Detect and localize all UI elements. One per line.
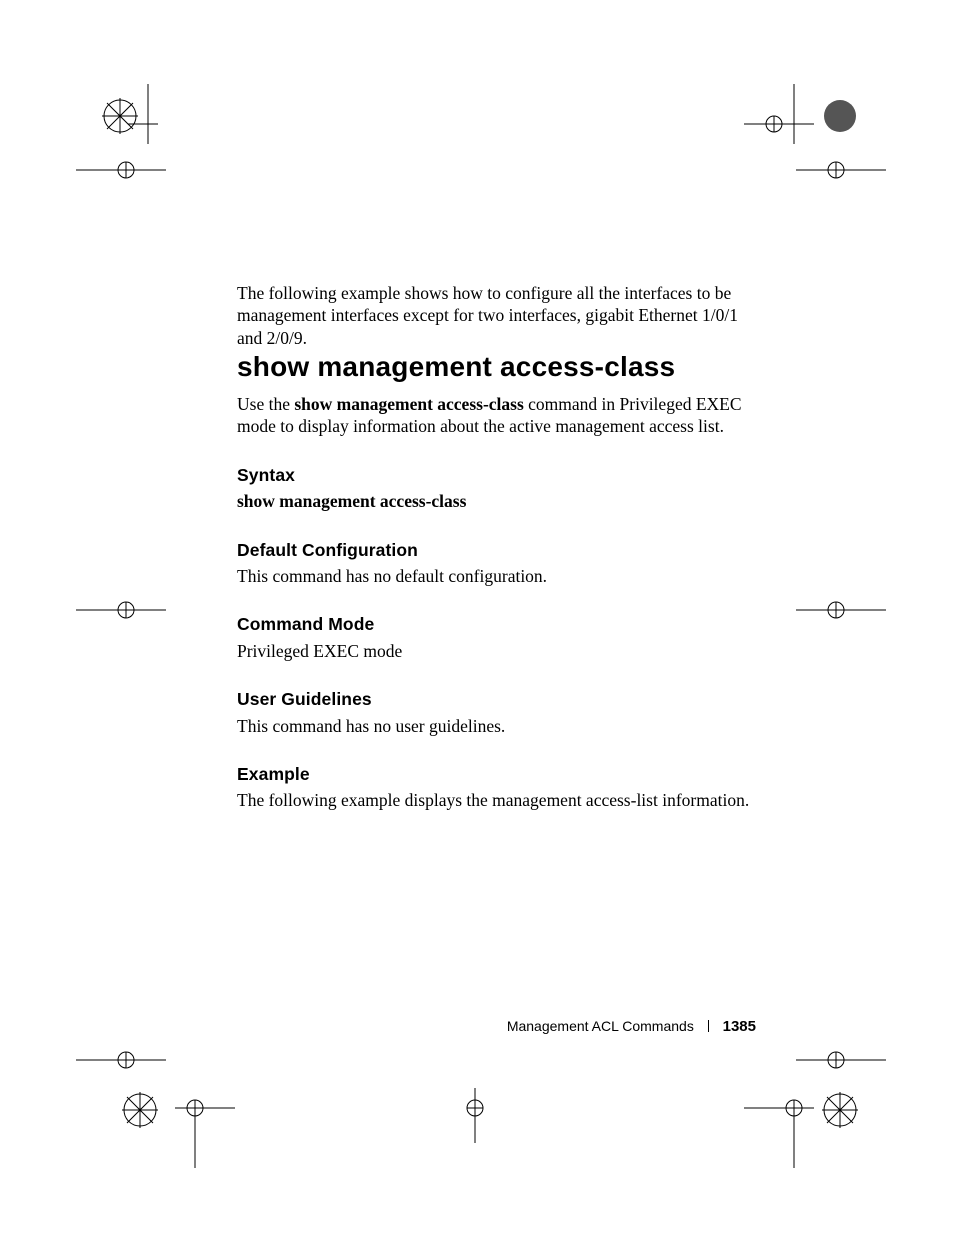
crop-mark-icon <box>796 150 886 190</box>
desc-pre: Use the <box>237 394 294 414</box>
registration-rosette-icon <box>820 1090 860 1135</box>
text-column: The following example shows how to confi… <box>237 282 762 812</box>
section-body: Privileged EXEC mode <box>237 640 762 662</box>
registration-rosette-icon <box>820 96 860 141</box>
registration-rosette-icon <box>100 96 140 141</box>
section-user-guidelines: User Guidelines This command has no user… <box>237 688 762 737</box>
section-default-configuration: Default Configuration This command has n… <box>237 539 762 588</box>
command-heading: show management access-class <box>237 349 762 385</box>
section-example: Example The following example displays t… <box>237 763 762 812</box>
section-body: This command has no user guidelines. <box>237 715 762 737</box>
desc-command: show management access-class <box>294 394 523 414</box>
crop-mark-icon <box>76 1040 166 1080</box>
section-title: Example <box>237 763 762 785</box>
page-footer: Management ACL Commands 1385 <box>507 1018 756 1035</box>
crop-mark-icon <box>796 590 886 630</box>
command-description: Use the show management access-class com… <box>237 393 762 438</box>
footer-section: Management ACL Commands <box>507 1018 694 1034</box>
crop-mark-icon <box>440 1088 510 1148</box>
section-body: show management access-class <box>237 490 762 512</box>
section-body: The following example displays the manag… <box>237 789 762 811</box>
section-syntax: Syntax show management access-class <box>237 464 762 513</box>
section-title: Command Mode <box>237 613 762 635</box>
section-title: Default Configuration <box>237 539 762 561</box>
footer-page-number: 1385 <box>723 1018 756 1035</box>
crop-mark-icon <box>76 590 166 630</box>
section-body: This command has no default configuratio… <box>237 565 762 587</box>
crop-mark-icon <box>796 1040 886 1080</box>
registration-rosette-icon <box>120 1090 160 1135</box>
crop-mark-icon <box>76 150 166 190</box>
footer-separator <box>708 1020 709 1032</box>
section-title: Syntax <box>237 464 762 486</box>
page: The following example shows how to confi… <box>0 0 954 1235</box>
section-command-mode: Command Mode Privileged EXEC mode <box>237 613 762 662</box>
syntax-command: show management access-class <box>237 491 466 511</box>
section-title: User Guidelines <box>237 688 762 710</box>
intro-paragraph: The following example shows how to confi… <box>237 282 762 349</box>
